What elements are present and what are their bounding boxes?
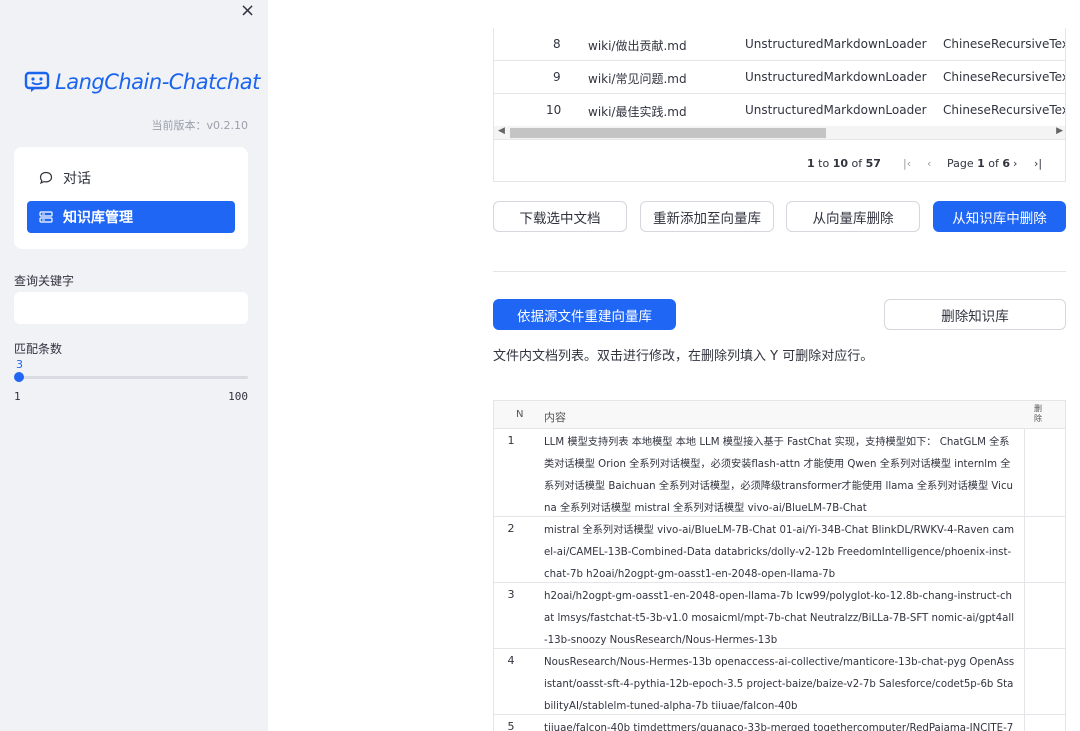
scroll-left-icon[interactable]: ◀ — [498, 126, 505, 136]
row-no: 10 — [546, 103, 562, 117]
last-page-icon[interactable]: ›| — [1034, 157, 1042, 170]
row-content[interactable]: LLM 模型支持列表 本地模型 本地 LLM 模型接入基于 FastChat 实… — [544, 432, 1016, 520]
row-file: wiki/做出贡献.md — [588, 39, 687, 53]
pagination: 1 to 10 of 57 |‹ ‹ Page 1 of 6 › ›| — [494, 141, 1065, 181]
close-sidebar-icon[interactable]: × — [240, 0, 255, 21]
table-row[interactable]: 1 LLM 模型支持列表 本地模型 本地 LLM 模型接入基于 FastChat… — [494, 429, 1065, 520]
pager-summary: 1 to 10 of 57 — [807, 157, 881, 170]
chat-logo-icon — [24, 71, 50, 92]
file-grid: 8 wiki/做出贡献.md UnstructuredMarkdownLoade… — [493, 28, 1066, 182]
scroll-right-icon[interactable]: ▶ — [1056, 126, 1063, 136]
query-label: 查询关键字 — [14, 274, 75, 288]
prev-page-icon[interactable]: ‹ — [927, 157, 931, 170]
nav-item-knowledge-base-label: 知识库管理 — [63, 210, 133, 226]
table-row[interactable]: 4 NousResearch/Nous-Hermes-13b openacces… — [494, 649, 1065, 718]
main-content: 8 wiki/做出贡献.md UnstructuredMarkdownLoade… — [268, 0, 1080, 731]
row-loader: UnstructuredMarkdownLoader — [745, 70, 927, 84]
row-no: 8 — [553, 37, 561, 51]
slider-thumb[interactable] — [14, 372, 24, 382]
app-logo: LangChain-Chatchat — [24, 70, 260, 94]
re-add-vector-button[interactable]: 重新添加至向量库 — [640, 201, 774, 232]
row-file: wiki/常见问题.md — [588, 72, 687, 86]
row-content[interactable]: mistral 全系列对话模型 vivo-ai/BlueLM-7B-Chat 0… — [544, 520, 1016, 586]
doc-grid: N 内容 删除 1 LLM 模型支持列表 本地模型 本地 LLM 模型接入基于 … — [493, 400, 1066, 731]
delete-kb-button[interactable]: 删除知识库 — [884, 299, 1066, 330]
doc-grid-header: N 内容 删除 — [494, 401, 1065, 429]
row-delete-cell[interactable] — [1024, 517, 1025, 582]
version-label: 当前版本：v0.2.10 — [151, 119, 249, 132]
row-n: 1 — [507, 434, 515, 447]
row-splitter: ChineseRecursiveTextSpl — [943, 37, 1065, 51]
row-splitter: ChineseRecursiveTextSpl — [943, 103, 1065, 117]
row-delete-cell[interactable] — [1024, 429, 1025, 516]
row-loader: UnstructuredMarkdownLoader — [745, 37, 927, 51]
row-content[interactable]: h2oai/h2ogpt-gm-oasst1-en-2048-open-llam… — [544, 586, 1016, 652]
horizontal-scrollbar[interactable]: ◀ ▶ — [494, 126, 1065, 140]
sidebar: × LangChain-Chatchat 当前版本：v0.2.10 对话 知识库… — [0, 0, 268, 731]
slider-max: 100 — [228, 390, 248, 403]
row-n: 3 — [507, 588, 515, 601]
row-n: 4 — [507, 654, 515, 667]
nav-item-chat-label: 对话 — [63, 171, 91, 187]
scroll-thumb[interactable] — [510, 128, 826, 138]
row-no: 9 — [553, 70, 561, 84]
table-row[interactable]: 10 wiki/最佳实践.md UnstructuredMarkdownLoad… — [494, 94, 1065, 127]
divider — [493, 271, 1066, 272]
database-icon — [39, 211, 53, 223]
table-row[interactable]: 8 wiki/做出贡献.md UnstructuredMarkdownLoade… — [494, 28, 1065, 61]
header-delete[interactable]: 删除 — [1034, 404, 1044, 424]
pager-page-info: Page 1 of 6 — [947, 157, 1011, 170]
row-splitter: ChineseRecursiveTextSpl — [943, 70, 1065, 84]
chat-bubble-icon — [39, 171, 53, 185]
doc-list-description: 文件内文档列表。双击进行修改，在删除列填入 Y 可删除对应行。 — [493, 349, 874, 364]
slider-value: 3 — [16, 358, 23, 371]
header-content[interactable]: 内容 — [544, 409, 566, 425]
table-row[interactable]: 5 tiiuae/falcon-40b timdettmers/guanaco-… — [494, 715, 1065, 731]
slider-min: 1 — [14, 390, 21, 403]
next-page-icon[interactable]: › — [1013, 157, 1017, 170]
nav-item-knowledge-base[interactable]: 知识库管理 — [27, 201, 235, 233]
nav-menu: 对话 知识库管理 — [14, 147, 248, 249]
row-delete-cell[interactable] — [1024, 583, 1025, 648]
row-content[interactable]: NousResearch/Nous-Hermes-13b openaccess-… — [544, 652, 1016, 718]
row-loader: UnstructuredMarkdownLoader — [745, 103, 927, 117]
rebuild-vector-button[interactable]: 依据源文件重建向量库 — [493, 299, 676, 330]
match-count-label: 匹配条数 — [14, 342, 63, 356]
remove-from-vector-button[interactable]: 从向量库删除 — [786, 201, 920, 232]
row-file: wiki/最佳实践.md — [588, 105, 687, 119]
row-delete-cell[interactable] — [1024, 715, 1025, 731]
row-content[interactable]: tiiuae/falcon-40b timdettmers/guanaco-33… — [544, 718, 1016, 731]
slider-track[interactable] — [18, 376, 248, 379]
remove-from-kb-button[interactable]: 从知识库中删除 — [933, 201, 1066, 232]
nav-item-chat[interactable]: 对话 — [27, 162, 235, 194]
row-n: 5 — [507, 720, 515, 731]
table-row[interactable]: 2 mistral 全系列对话模型 vivo-ai/BlueLM-7B-Chat… — [494, 517, 1065, 586]
first-page-icon[interactable]: |‹ — [903, 157, 911, 170]
query-input[interactable] — [14, 292, 248, 324]
row-delete-cell[interactable] — [1024, 649, 1025, 714]
table-row[interactable]: 3 h2oai/h2ogpt-gm-oasst1-en-2048-open-ll… — [494, 583, 1065, 652]
download-selected-button[interactable]: 下载选中文档 — [493, 201, 627, 232]
logo-text: LangChain-Chatchat — [55, 70, 260, 94]
header-n[interactable]: N — [516, 409, 523, 420]
table-row[interactable]: 9 wiki/常见问题.md UnstructuredMarkdownLoade… — [494, 61, 1065, 94]
row-n: 2 — [507, 522, 515, 535]
